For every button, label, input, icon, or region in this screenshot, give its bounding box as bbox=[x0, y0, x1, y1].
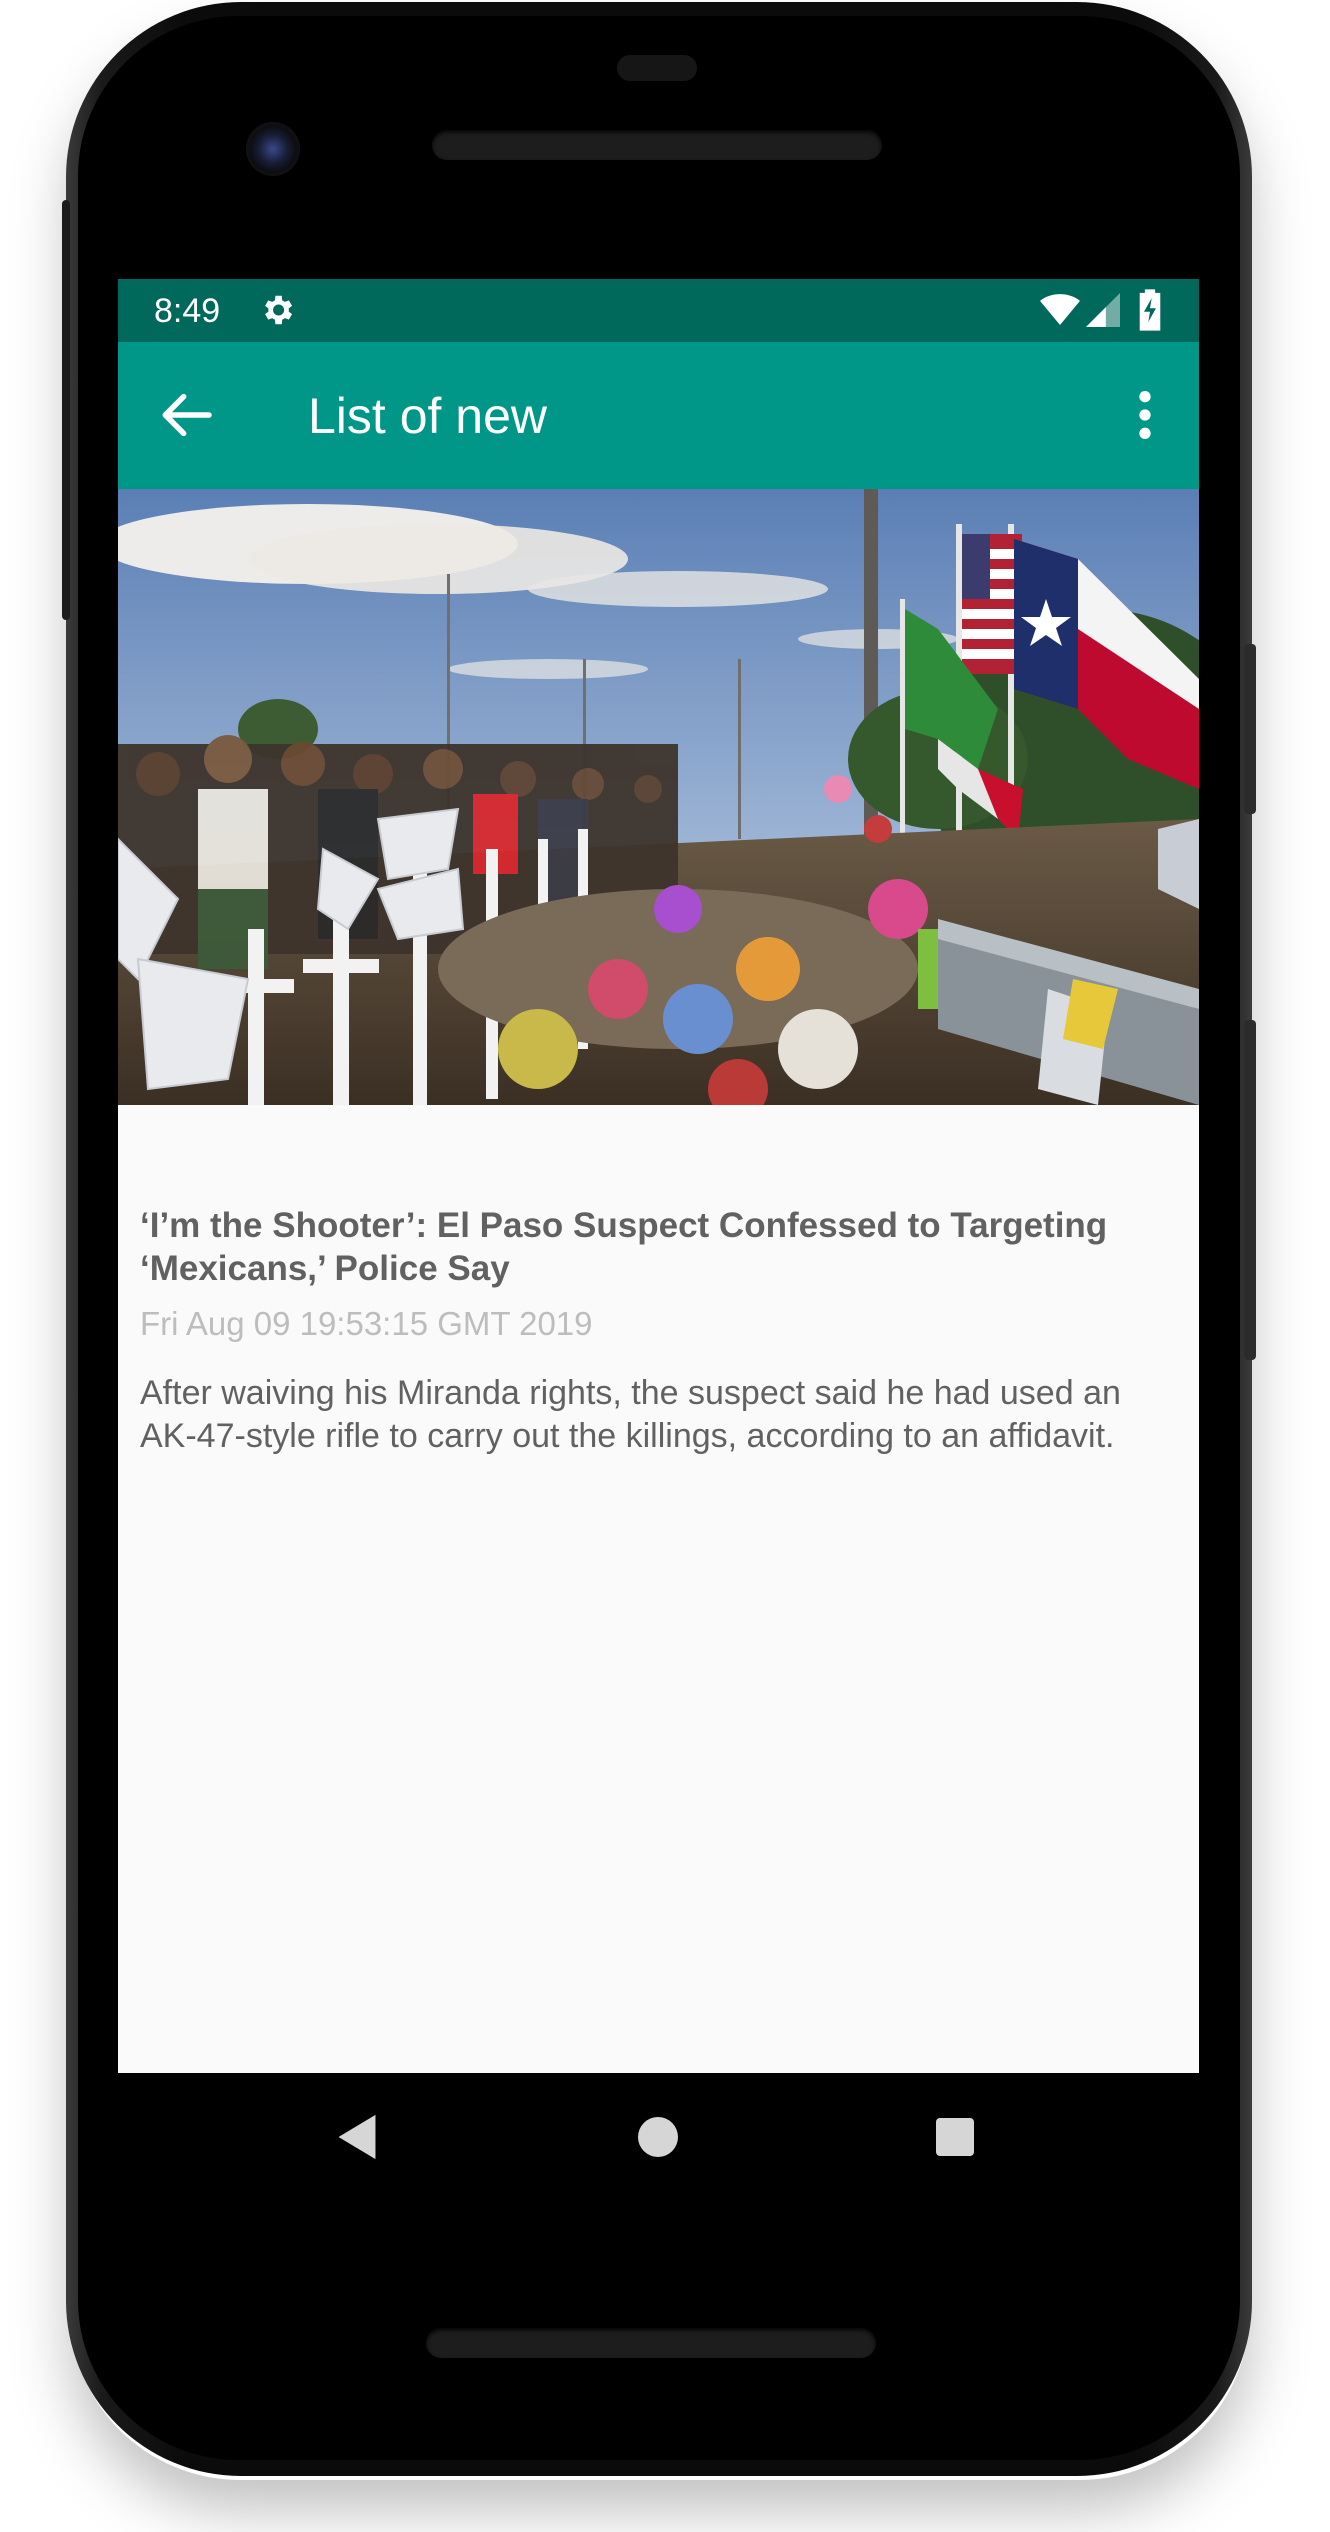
gear-icon bbox=[265, 295, 293, 325]
battery-charging-icon bbox=[1139, 289, 1161, 331]
nav-back-icon[interactable] bbox=[334, 2113, 380, 2161]
front-camera bbox=[246, 122, 300, 176]
more-vert-icon[interactable] bbox=[1130, 390, 1160, 440]
app-bar: List of new bbox=[118, 342, 1199, 489]
bottom-speaker-grille bbox=[426, 2328, 876, 2358]
volume-button bbox=[1244, 1020, 1256, 1360]
arrow-left-icon[interactable] bbox=[158, 392, 214, 438]
phone-side-edge bbox=[62, 200, 70, 620]
status-bar: 8:49 bbox=[118, 279, 1199, 342]
page-title: List of new bbox=[308, 388, 548, 444]
wifi-icon bbox=[1040, 294, 1080, 325]
article-hero-image bbox=[118, 489, 1199, 1105]
nav-recents-icon[interactable] bbox=[936, 2118, 974, 2156]
article-title[interactable]: ‘I’m the Shooter’: El Paso Suspect Confe… bbox=[140, 1204, 1180, 1290]
article-date: Fri Aug 09 19:53:15 GMT 2019 bbox=[140, 1305, 593, 1342]
nav-home-icon[interactable] bbox=[638, 2117, 678, 2157]
earpiece bbox=[617, 55, 697, 81]
article: ‘I’m the Shooter’: El Paso Suspect Confe… bbox=[140, 1204, 1180, 1458]
status-time: 8:49 bbox=[154, 292, 221, 330]
power-button bbox=[1244, 644, 1256, 814]
top-speaker-grille bbox=[432, 130, 882, 160]
article-body: After waiving his Miranda rights, the su… bbox=[140, 1374, 1121, 1455]
signal-icon bbox=[1086, 293, 1120, 327]
screen: 8:49 List of new ‘I’m the Shooter’: El P… bbox=[118, 279, 1199, 2073]
